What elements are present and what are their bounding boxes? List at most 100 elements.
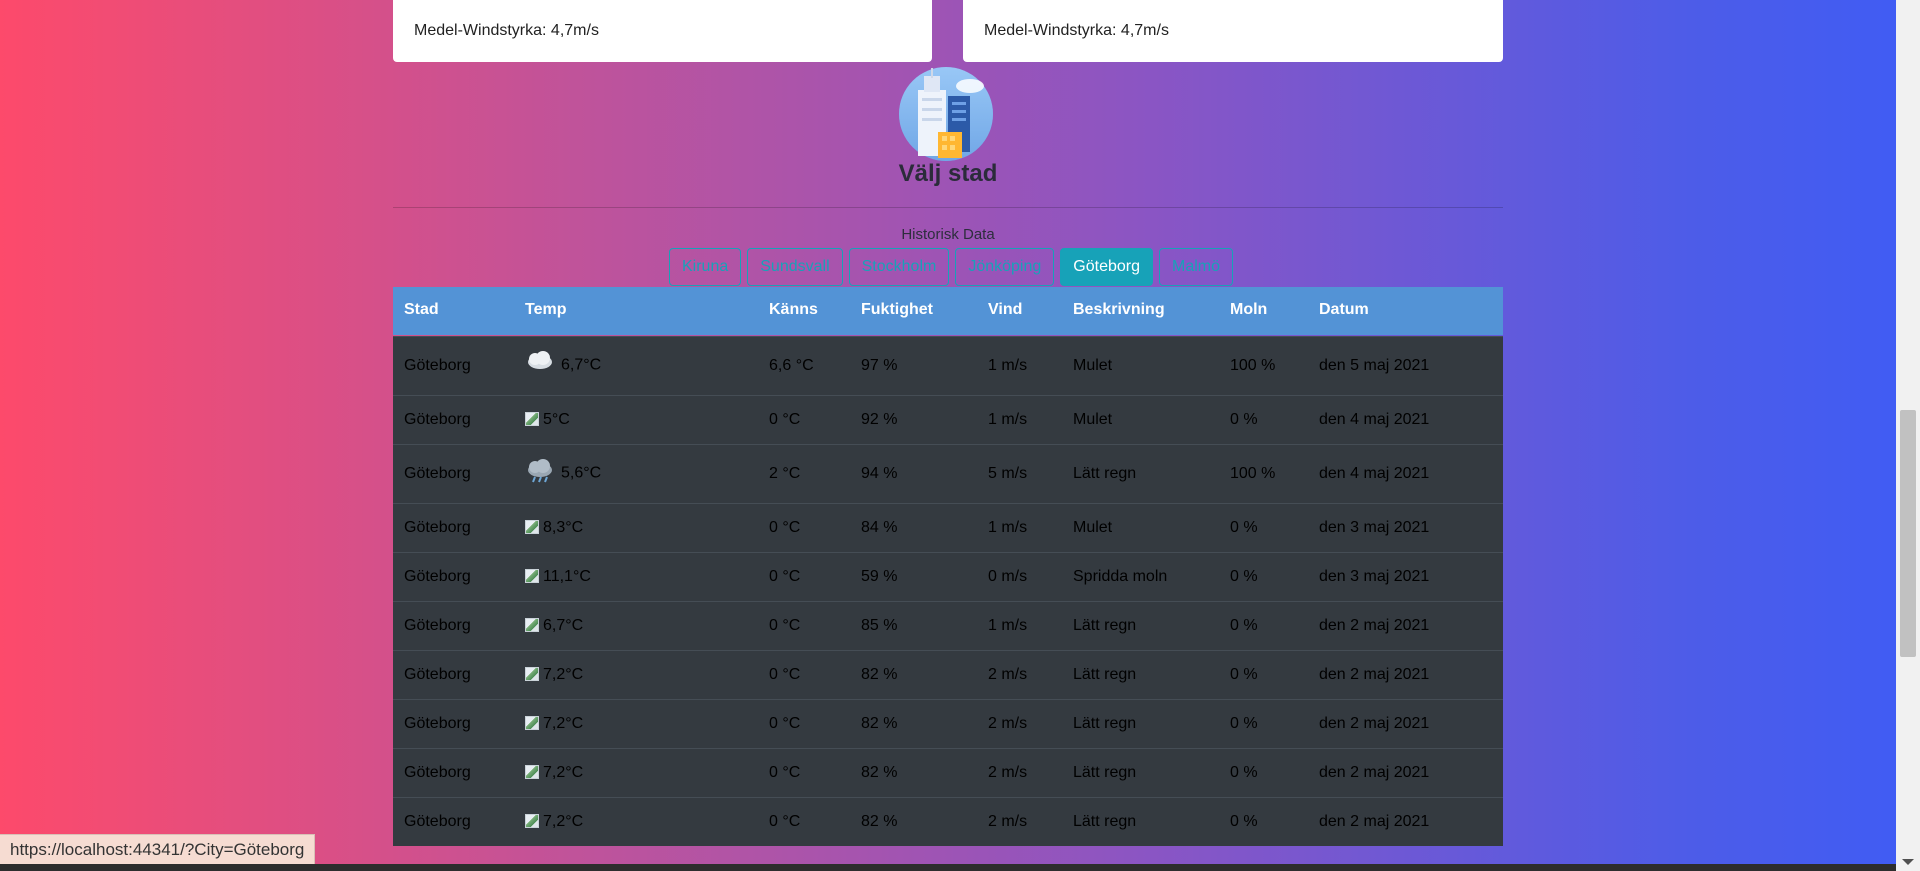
scrollbar-thumb[interactable] bbox=[1900, 410, 1916, 657]
scrollbar[interactable] bbox=[1896, 0, 1920, 871]
header-fuktighet: Fuktighet bbox=[861, 301, 933, 318]
temp-cell: 11,1°C bbox=[525, 568, 591, 586]
vind-cell: 2 m/s bbox=[988, 666, 1028, 683]
fukt-cell: 97 % bbox=[861, 357, 898, 374]
fukt-cell: 85 % bbox=[861, 617, 898, 634]
broken-image-icon bbox=[525, 814, 539, 828]
rain-cloud-icon bbox=[525, 459, 555, 488]
vind-cell: 1 m/s bbox=[988, 411, 1028, 428]
besk-cell: Lätt regn bbox=[1073, 617, 1137, 634]
city-tabs: Kiruna Sundsvall Stockholm Jönköping Götebor… bbox=[669, 248, 1234, 286]
history-label: Historisk Data bbox=[901, 226, 995, 243]
city-logo-icon bbox=[899, 67, 993, 161]
table-row: Göteborg 7,2°C 0 °C 82 % 2 m/s Lätt regn 0 % de… bbox=[393, 748, 1503, 797]
stad-cell: Göteborg bbox=[404, 411, 471, 428]
table-row: Göteborg 5°C 0 °C 92 % 1 m/s Mulet 0 % den 4 ma… bbox=[393, 395, 1503, 444]
temp-value: 8,3°C bbox=[543, 519, 584, 536]
fukt-cell: 59 % bbox=[861, 568, 898, 585]
datum-cell: den 2 maj 2021 bbox=[1319, 617, 1430, 634]
temp-value: 5°C bbox=[543, 411, 570, 428]
temp-cell: 7,2°C bbox=[525, 666, 583, 684]
kanns-cell: 0 °C bbox=[769, 666, 801, 683]
table-row: Göteborg 7,2°C 0 °C 82 % 2 m/s Lätt regn 0 % de… bbox=[393, 650, 1503, 699]
table-row: Göteborg 11,1°C 0 °C 59 % 0 m/s Spridda moln 0… bbox=[393, 552, 1503, 601]
datum-cell: den 4 maj 2021 bbox=[1319, 465, 1430, 482]
temp-value: 7,2°C bbox=[543, 813, 584, 830]
vind-cell: 1 m/s bbox=[988, 357, 1028, 374]
tab-kiruna[interactable]: Kiruna bbox=[669, 248, 742, 286]
kanns-cell: 0 °C bbox=[769, 568, 801, 585]
stad-cell: Göteborg bbox=[404, 813, 471, 830]
moln-cell: 0 % bbox=[1230, 764, 1258, 781]
temp-value: 7,2°C bbox=[543, 666, 584, 683]
moln-cell: 0 % bbox=[1230, 519, 1258, 536]
moln-cell: 0 % bbox=[1230, 666, 1258, 683]
broken-image-icon bbox=[525, 667, 539, 681]
temp-value: 7,2°C bbox=[543, 764, 584, 781]
stad-cell: Göteborg bbox=[404, 465, 471, 482]
moln-cell: 100 % bbox=[1230, 465, 1276, 482]
status-bar-url: https://localhost:44341/?City=Göteborg bbox=[0, 834, 316, 866]
kanns-cell: 0 °C bbox=[769, 813, 801, 830]
fukt-cell: 84 % bbox=[861, 519, 898, 536]
table-header: Stad Temp Känns Fuktighet Vind Beskrivni… bbox=[393, 287, 1503, 335]
stad-cell: Göteborg bbox=[404, 357, 471, 374]
stad-cell: Göteborg bbox=[404, 519, 471, 536]
bottom-edge bbox=[0, 864, 1896, 871]
header-beskrivning: Beskrivning bbox=[1073, 301, 1165, 318]
tab-jönköping[interactable]: Jönköping bbox=[955, 248, 1055, 286]
besk-cell: Lätt regn bbox=[1073, 813, 1137, 830]
fukt-cell: 82 % bbox=[861, 764, 898, 781]
vind-cell: 1 m/s bbox=[988, 519, 1028, 536]
vind-cell: 2 m/s bbox=[988, 813, 1028, 830]
stad-cell: Göteborg bbox=[404, 715, 471, 732]
fukt-cell: 82 % bbox=[861, 813, 898, 830]
moln-cell: 100 % bbox=[1230, 357, 1276, 374]
scroll-down-arrow-icon[interactable] bbox=[1902, 859, 1914, 865]
header-kanns: Känns bbox=[769, 301, 818, 318]
temp-value: 6,7°C bbox=[543, 617, 584, 634]
tab-sundsvall[interactable]: Sundsvall bbox=[747, 248, 843, 286]
broken-image-icon bbox=[525, 569, 539, 583]
kanns-cell: 0 °C bbox=[769, 617, 801, 634]
temp-cell: 6,7°C bbox=[525, 351, 601, 380]
datum-cell: den 2 maj 2021 bbox=[1319, 666, 1430, 683]
broken-image-icon bbox=[525, 520, 539, 534]
temp-cell: 7,2°C bbox=[525, 764, 583, 782]
broken-image-icon bbox=[525, 716, 539, 730]
temp-cell: 7,2°C bbox=[525, 813, 583, 831]
datum-cell: den 4 maj 2021 bbox=[1319, 411, 1430, 428]
besk-cell: Lätt regn bbox=[1073, 666, 1137, 683]
fukt-cell: 82 % bbox=[861, 666, 898, 683]
temp-cell: 5°C bbox=[525, 411, 570, 429]
vind-cell: 1 m/s bbox=[988, 617, 1028, 634]
tab-stockholm[interactable]: Stockholm bbox=[848, 248, 950, 286]
datum-cell: den 2 maj 2021 bbox=[1319, 813, 1430, 830]
besk-cell: Mulet bbox=[1073, 357, 1113, 374]
tab-malmö[interactable]: Malmö bbox=[1159, 248, 1234, 286]
stad-cell: Göteborg bbox=[404, 666, 471, 683]
datum-cell: den 5 maj 2021 bbox=[1319, 357, 1430, 374]
wind-card-left: Medel-Windstyrka: 4,7m/s bbox=[393, 0, 932, 62]
moln-cell: 0 % bbox=[1230, 715, 1258, 732]
fukt-cell: 92 % bbox=[861, 411, 898, 428]
header-datum: Datum bbox=[1319, 301, 1369, 318]
besk-cell: Lätt regn bbox=[1073, 465, 1137, 482]
moln-cell: 0 % bbox=[1230, 411, 1258, 428]
header-moln: Moln bbox=[1230, 301, 1268, 318]
table-row: Göteborg 5,6°C 2 °C 94 % 5 m/s Lätt regn 100 %… bbox=[393, 444, 1503, 503]
kanns-cell: 2 °C bbox=[769, 465, 801, 482]
vind-cell: 5 m/s bbox=[988, 465, 1028, 482]
header-stad: Stad bbox=[404, 301, 439, 318]
tab-göteborg[interactable]: Göteborg bbox=[1060, 248, 1153, 286]
datum-cell: den 3 maj 2021 bbox=[1319, 568, 1430, 585]
temp-value: 6,7°C bbox=[561, 356, 602, 374]
wind-card-left-text: Medel-Windstyrka: 4,7m/s bbox=[414, 22, 599, 39]
kanns-cell: 0 °C bbox=[769, 715, 801, 732]
besk-cell: Spridda moln bbox=[1073, 568, 1168, 585]
besk-cell: Lätt regn bbox=[1073, 764, 1137, 781]
kanns-cell: 0 °C bbox=[769, 519, 801, 536]
cloud-icon bbox=[525, 351, 555, 380]
kanns-cell: 6,6 °C bbox=[769, 357, 814, 374]
divider bbox=[393, 207, 1503, 208]
